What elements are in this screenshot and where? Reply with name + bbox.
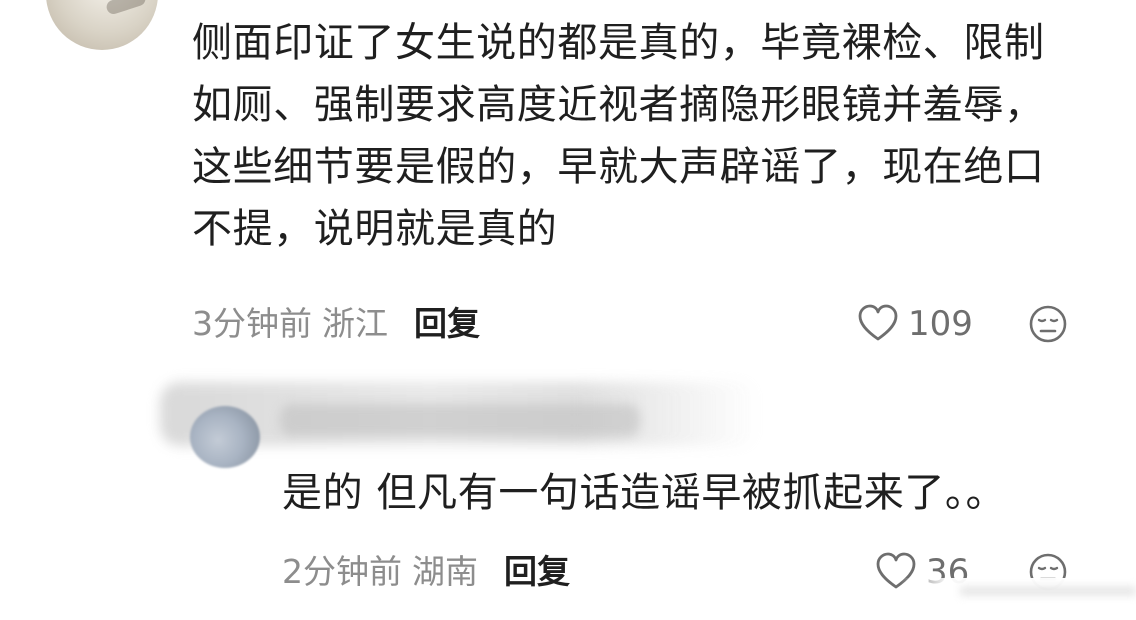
comment-meta: 2分钟前 湖南 回复 [282,552,570,592]
heart-outline-icon [856,302,900,346]
neutral-face-icon[interactable] [1028,304,1068,344]
like-button[interactable]: 109 [856,302,973,346]
comment-time: 3分钟前 [192,304,312,343]
like-count: 109 [908,304,973,344]
watermark-mark [960,586,1136,596]
like-button[interactable]: 36 [874,550,969,594]
redacted-username [280,404,640,436]
comment-location: 湖南 [412,552,478,591]
avatar[interactable] [190,406,260,468]
heart-outline-icon [874,550,918,594]
comment-text: 侧面印证了女生说的都是真的，毕竟裸检、限制如厕、强制要求高度近视者摘隐形眼镜并羞… [192,20,1045,252]
reply-button[interactable]: 回复 [414,304,480,344]
comment-text: 是的 但凡有一句话造谣早被抓起来了。。 [282,470,1007,516]
comment-location: 浙江 [322,304,388,343]
comment-thread: 侧面印证了女生说的都是真的，毕竟裸检、限制如厕、强制要求高度近视者摘隐形眼镜并羞… [0,0,1136,620]
comment-meta: 3分钟前 浙江 回复 [192,304,480,344]
comment-time: 2分钟前 [282,552,402,591]
reply-button[interactable]: 回复 [504,552,570,592]
avatar[interactable] [46,0,158,50]
